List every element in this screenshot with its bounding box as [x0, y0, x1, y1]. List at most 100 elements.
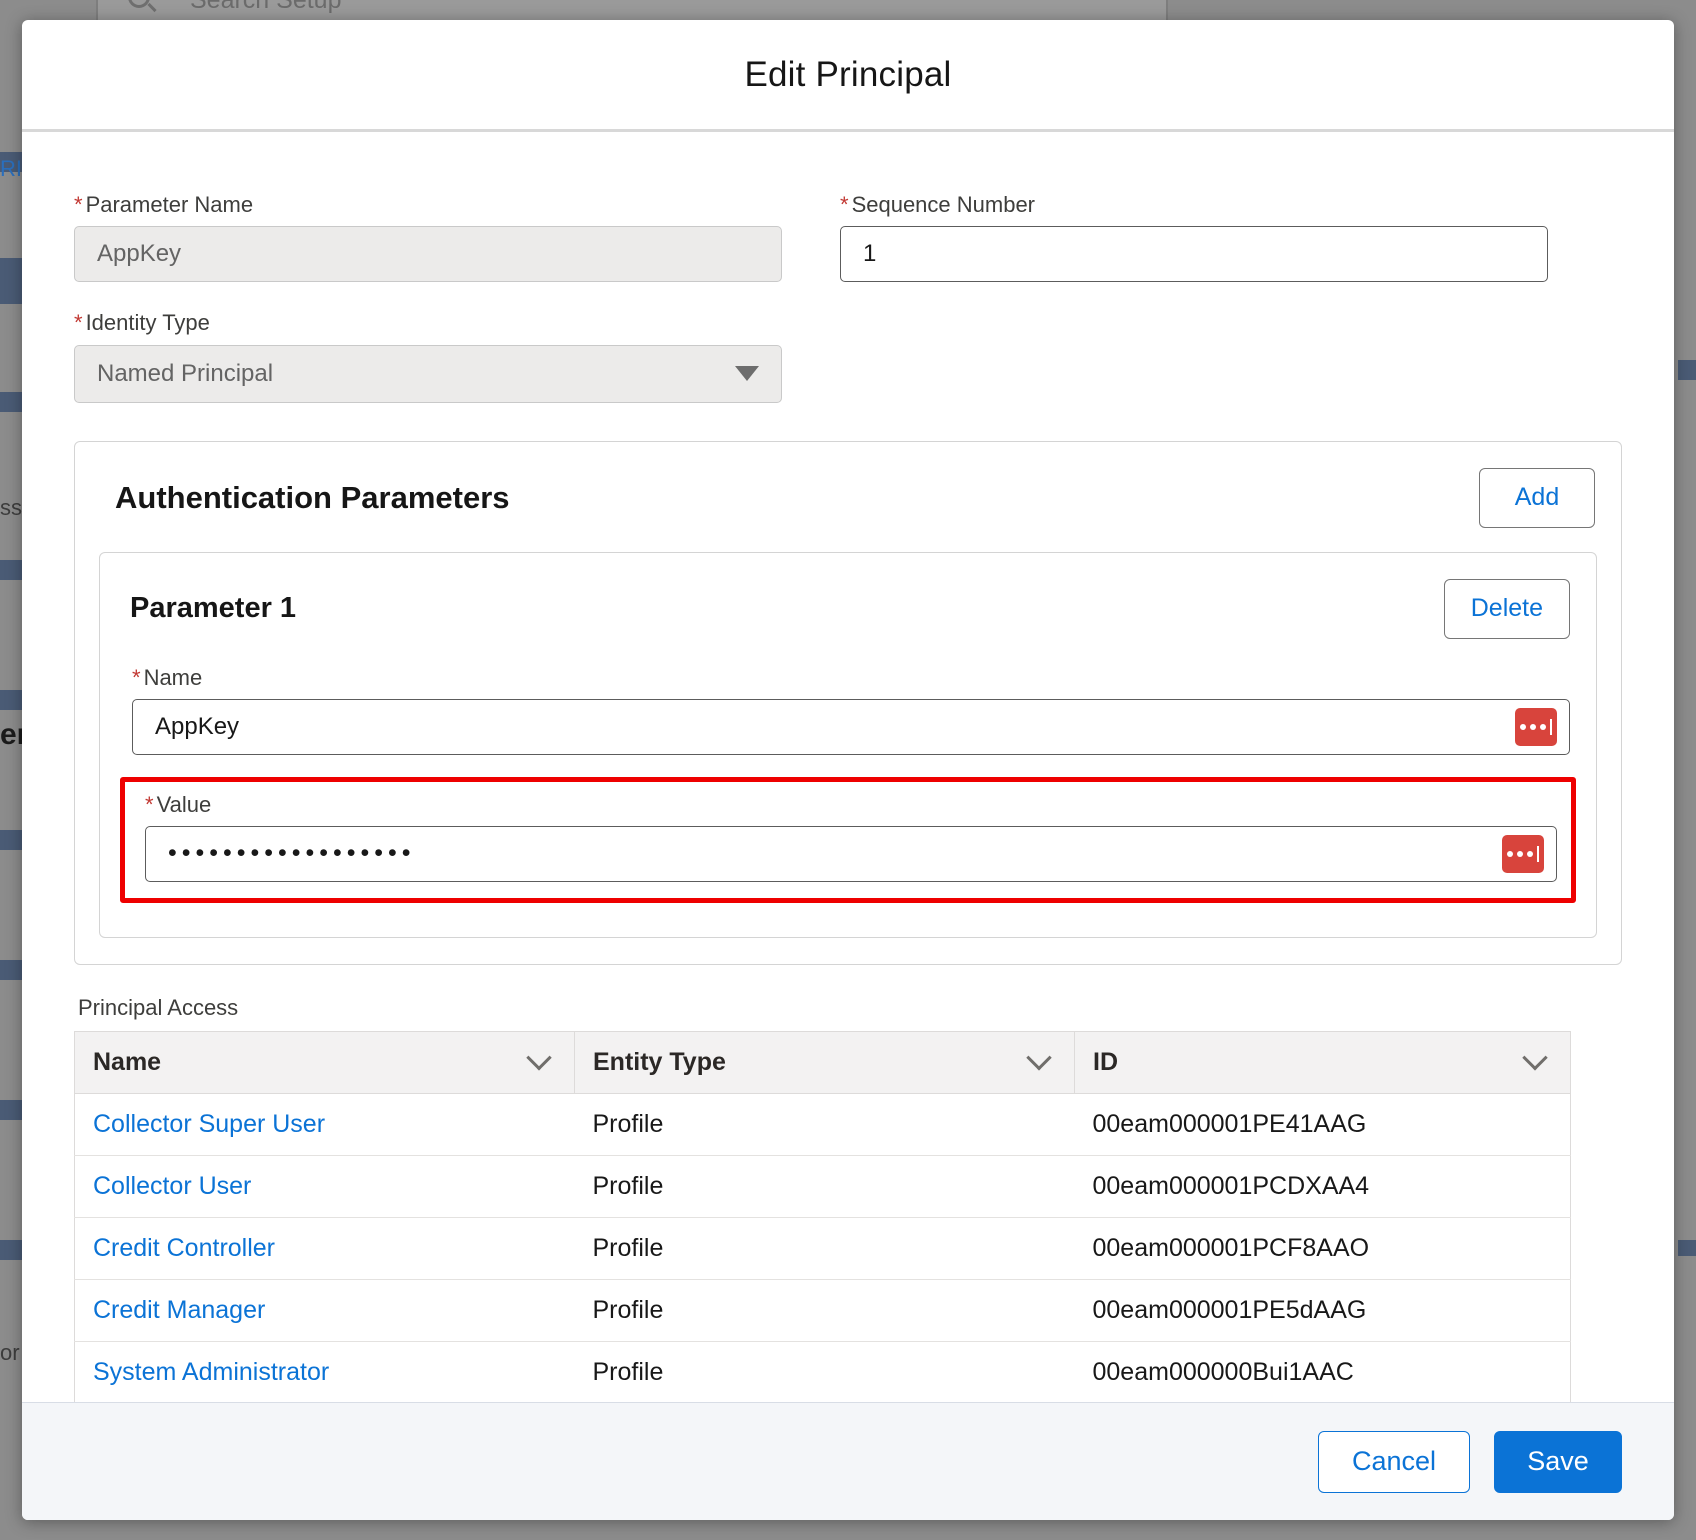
- modal-header: Edit Principal: [22, 20, 1674, 132]
- principal-access-table: Name Entity Type ID Collector Super User…: [74, 1030, 1571, 1402]
- sequence-number-label: * Sequence Number: [840, 192, 1548, 218]
- parameter-value-text-input[interactable]: ••••••••••••••••••: [145, 825, 1557, 882]
- dot: [1520, 723, 1526, 730]
- background-text-fragment: or: [0, 1340, 20, 1365]
- background-strip: [1678, 360, 1696, 380]
- cell-id: 00eam000001PE5dAAG: [1074, 1279, 1571, 1342]
- save-button[interactable]: Save: [1494, 1430, 1622, 1493]
- parameter-value-field-label-text: Value: [156, 791, 212, 817]
- cell-entity-type: Profile: [574, 1155, 1075, 1218]
- sequence-number-value: 1: [863, 240, 877, 268]
- table-row: Credit Controller Profile 00eam000001PCF…: [74, 1217, 1571, 1280]
- required-asterisk: *: [74, 310, 83, 336]
- parameter-name-field-label: * Name: [132, 665, 1570, 691]
- row-name-link[interactable]: Credit Manager: [93, 1296, 265, 1324]
- parameter-value-field-label: * Value: [145, 792, 1557, 818]
- cell-id: 00eam000001PCDXAA4: [1074, 1155, 1571, 1218]
- table-row: Credit Manager Profile 00eam000001PE5dAA…: [74, 1279, 1571, 1342]
- table-row: Collector Super User Profile 00eam000001…: [74, 1093, 1571, 1156]
- row-name-link[interactable]: Collector User: [93, 1172, 251, 1200]
- table-row: System Administrator Profile 00eam000000…: [75, 1341, 1571, 1402]
- cell-id: 00eam000001PCF8AAO: [1074, 1217, 1571, 1280]
- required-asterisk: *: [840, 192, 849, 217]
- column-header-name-label: Name: [93, 1047, 162, 1076]
- cell-entity-type: Profile: [574, 1093, 1075, 1156]
- table-head: Name Entity Type ID: [74, 1031, 1571, 1094]
- dot: [1517, 850, 1523, 857]
- parameter-name-field-label-text: Name: [143, 664, 203, 690]
- cell-name: System Administrator: [75, 1341, 575, 1402]
- required-asterisk: *: [145, 791, 154, 817]
- background-strip: [1678, 1240, 1696, 1256]
- sequence-number-input[interactable]: 1: [840, 226, 1548, 283]
- chevron-down-icon[interactable]: [1522, 1045, 1548, 1071]
- authentication-parameters-title: Authentication Parameters: [115, 479, 510, 515]
- cell-entity-type: Profile: [574, 1279, 1075, 1342]
- cell-entity-type: Profile: [574, 1217, 1075, 1280]
- modal-footer: Cancel Save: [22, 1402, 1674, 1520]
- password-manager-icon[interactable]: [1502, 834, 1544, 873]
- table-header-row: Name Entity Type ID: [74, 1031, 1571, 1094]
- parameter-name-group: * Parameter Name AppKey: [74, 192, 782, 283]
- chevron-down-icon: [735, 366, 759, 382]
- parameter-name-label: * Parameter Name: [74, 192, 782, 218]
- row-name-link[interactable]: System Administrator: [93, 1358, 329, 1386]
- chevron-down-icon[interactable]: [526, 1045, 552, 1071]
- parameter-name-value: AppKey: [97, 240, 182, 268]
- column-header-name[interactable]: Name: [74, 1031, 575, 1094]
- dot: [1540, 723, 1546, 730]
- delete-button[interactable]: Delete: [1443, 578, 1570, 639]
- table-body: Collector Super User Profile 00eam000001…: [74, 1093, 1571, 1402]
- parameter-title: Parameter 1: [130, 592, 297, 625]
- identity-type-select[interactable]: Named Principal: [74, 344, 782, 403]
- modal-body: * Parameter Name AppKey * Sequence Number …: [22, 132, 1674, 1402]
- row-name-link[interactable]: Collector Super User: [93, 1110, 325, 1138]
- parameter-name-field-value: AppKey: [155, 712, 240, 740]
- identity-type-label-text: Identity Type: [85, 310, 210, 336]
- dot: [1527, 850, 1533, 857]
- table-row: Collector User Profile 00eam000001PCDXAA…: [74, 1155, 1571, 1218]
- cell-id: 00eam000000Bui1AAC: [1092, 1357, 1354, 1386]
- add-button[interactable]: Add: [1479, 467, 1595, 528]
- background-search-placeholder: Search Setup: [190, 0, 342, 14]
- password-manager-icon[interactable]: [1515, 707, 1557, 746]
- required-asterisk: *: [132, 664, 141, 690]
- parameter-card-header: Parameter 1 Delete: [126, 578, 1570, 639]
- identity-type-group: * Identity Type Named Principal: [74, 310, 782, 403]
- parameter-value-field-group: * Value ••••••••••••••••••: [139, 792, 1557, 882]
- cell-name: Collector Super User: [74, 1093, 575, 1156]
- sequence-number-group: * Sequence Number 1: [840, 192, 1548, 283]
- background-text-fragment: RI: [0, 156, 22, 181]
- identity-type-label: * Identity Type: [74, 310, 782, 336]
- page-title: Edit Principal: [744, 54, 952, 94]
- cancel-button[interactable]: Cancel: [1318, 1430, 1470, 1493]
- parameter-name-text-input[interactable]: AppKey: [132, 698, 1570, 755]
- top-field-row: * Parameter Name AppKey * Sequence Number …: [74, 192, 1622, 283]
- cursor-bar: [1550, 718, 1552, 735]
- dot: [1530, 723, 1536, 730]
- dot: [1507, 850, 1513, 857]
- parameter-value-field-value: ••••••••••••••••••: [168, 839, 416, 868]
- column-header-entity-type-label: Entity Type: [593, 1047, 726, 1076]
- column-header-id[interactable]: ID: [1074, 1031, 1571, 1094]
- required-asterisk: *: [74, 192, 83, 217]
- cell-name: Credit Manager: [74, 1279, 575, 1342]
- column-header-id-label: ID: [1093, 1047, 1118, 1076]
- page-root: Search Setup RI ss er or Edit Principal …: [0, 0, 1696, 1540]
- parameter-card: Parameter 1 Delete * Name AppKey * Value…: [99, 551, 1597, 938]
- edit-principal-modal: Edit Principal * Parameter Name AppKey * S…: [22, 20, 1674, 1520]
- parameter-name-input[interactable]: AppKey: [74, 226, 782, 283]
- chevron-down-icon[interactable]: [1026, 1045, 1052, 1071]
- authentication-parameters-panel: Authentication Parameters Add Parameter …: [74, 440, 1622, 965]
- background-text-fragment: ss: [0, 495, 22, 520]
- sequence-number-label-text: Sequence Number: [851, 192, 1036, 217]
- cell-name: Credit Controller: [74, 1217, 575, 1280]
- parameter-name-label-text: Parameter Name: [85, 192, 254, 217]
- row-name-link[interactable]: Credit Controller: [93, 1234, 275, 1262]
- cell-entity-type: Profile: [592, 1357, 664, 1386]
- value-field-annotation-highlight: * Value ••••••••••••••••••: [120, 776, 1576, 903]
- cell-id: 00eam000001PE41AAG: [1074, 1093, 1571, 1156]
- authentication-parameters-header: Authentication Parameters Add: [99, 467, 1597, 528]
- column-header-entity-type[interactable]: Entity Type: [574, 1031, 1075, 1094]
- cursor-bar: [1537, 845, 1539, 862]
